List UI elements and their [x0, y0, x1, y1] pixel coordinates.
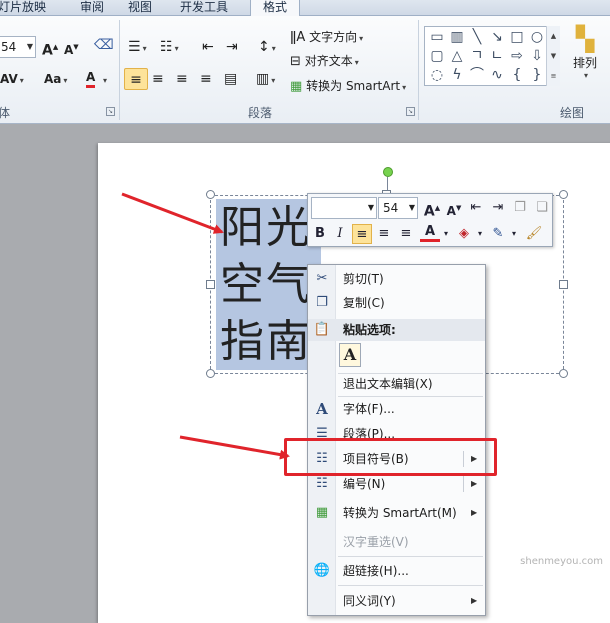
watermark-text: shenmeyou.com: [520, 556, 603, 567]
annotation-arrows: [121, 192, 290, 460]
annotation-arrow-to-text: [121, 192, 224, 234]
annotation-arrow-to-bullets: [179, 435, 290, 460]
